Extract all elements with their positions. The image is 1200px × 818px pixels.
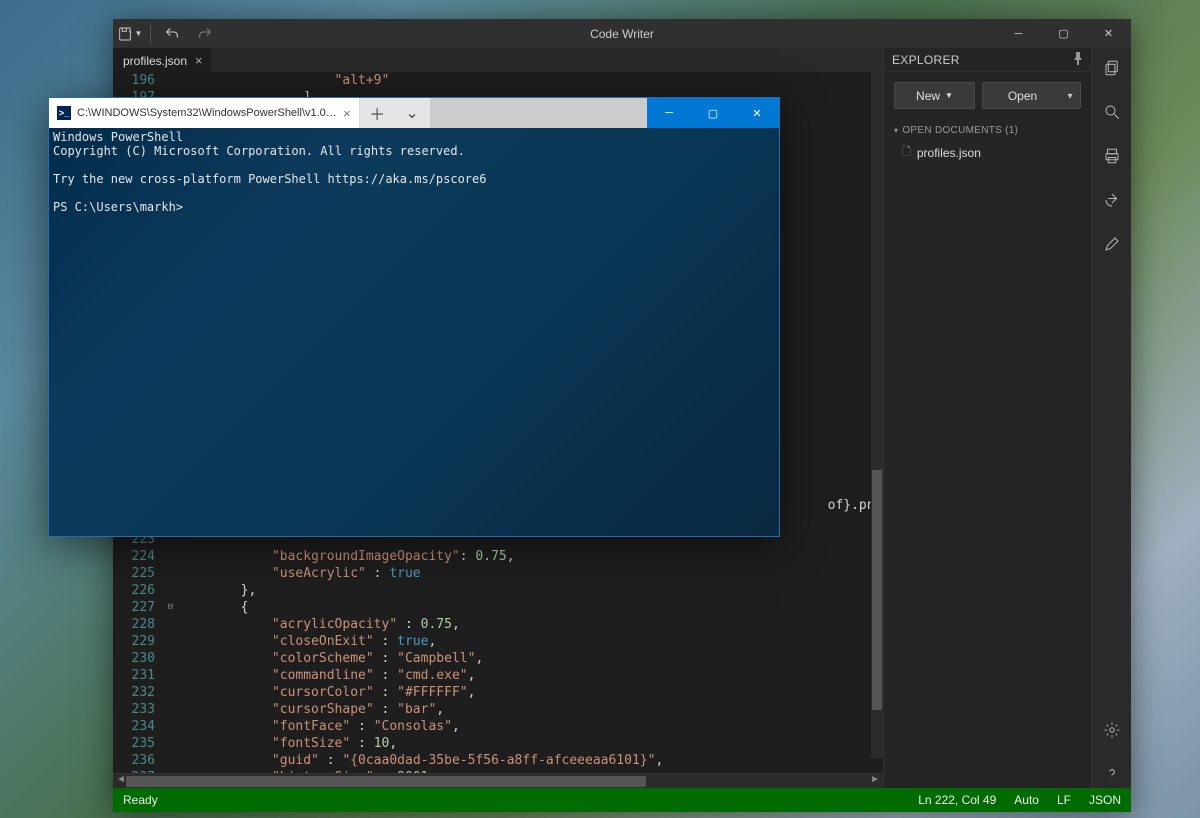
- maximize-button[interactable]: ▢: [691, 98, 735, 128]
- open-file-label: Open: [1008, 89, 1037, 103]
- powershell-window: >_ C:\WINDOWS\System32\WindowsPowerShell…: [48, 97, 780, 537]
- explorer-title: EXPLORER: [892, 53, 960, 67]
- status-language[interactable]: JSON: [1089, 793, 1121, 807]
- close-icon[interactable]: ×: [343, 106, 351, 121]
- close-button[interactable]: ✕: [735, 98, 779, 128]
- terminal-tab-title: C:\WINDOWS\System32\WindowsPowerShell\v1…: [77, 107, 337, 119]
- pin-icon[interactable]: [1073, 52, 1083, 68]
- file-icon: 🗋: [902, 143, 911, 162]
- action-strip: [1091, 48, 1131, 788]
- open-document-item[interactable]: 🗋 profiles.json: [884, 140, 1091, 165]
- open-file-button[interactable]: Open ▼: [982, 82, 1081, 109]
- chevron-down-icon[interactable]: ▼: [1066, 91, 1074, 100]
- chevron-down-icon: ▾: [894, 126, 898, 135]
- close-button[interactable]: ✕: [1086, 19, 1131, 48]
- redo-button[interactable]: [188, 19, 221, 48]
- editor-tab-profiles-json[interactable]: profiles.json ×: [113, 48, 211, 72]
- vertical-scrollbar[interactable]: [871, 72, 883, 758]
- minimize-button[interactable]: ─: [647, 98, 691, 128]
- close-icon[interactable]: ×: [195, 54, 203, 67]
- status-line-ending[interactable]: LF: [1057, 793, 1071, 807]
- save-button[interactable]: ▼: [113, 19, 146, 48]
- open-document-name: profiles.json: [917, 146, 981, 160]
- scrollbar-thumb[interactable]: [872, 470, 882, 710]
- print-icon[interactable]: [1098, 142, 1126, 170]
- editor-tab-label: profiles.json: [123, 54, 187, 68]
- powershell-icon: >_: [57, 106, 71, 120]
- terminal-tab[interactable]: >_ C:\WINDOWS\System32\WindowsPowerShell…: [49, 98, 360, 128]
- status-encoding[interactable]: Auto: [1014, 793, 1039, 807]
- help-icon[interactable]: [1098, 760, 1126, 788]
- explorer-panel: EXPLORER New▼ Open ▼ ▾ OPEN DOCUMENTS (1…: [883, 48, 1091, 788]
- maximize-button[interactable]: ▢: [1041, 19, 1086, 48]
- terminal-tabbar: >_ C:\WINDOWS\System32\WindowsPowerShell…: [49, 98, 779, 128]
- status-bar: Ready Ln 222, Col 49 Auto LF JSON: [113, 788, 1131, 812]
- open-documents-label: OPEN DOCUMENTS (1): [902, 125, 1018, 136]
- window-title: Code Writer: [113, 27, 1131, 41]
- minimize-button[interactable]: ─: [996, 19, 1041, 48]
- open-documents-header[interactable]: ▾ OPEN DOCUMENTS (1): [884, 119, 1091, 140]
- edit-icon[interactable]: [1098, 230, 1126, 258]
- editor-tabbar: profiles.json ×: [113, 48, 883, 72]
- search-icon[interactable]: [1098, 98, 1126, 126]
- copy-icon[interactable]: [1098, 54, 1126, 82]
- horizontal-scrollbar[interactable]: [113, 773, 883, 788]
- share-icon[interactable]: [1098, 186, 1126, 214]
- new-file-label: New: [916, 89, 940, 103]
- status-cursor-position[interactable]: Ln 222, Col 49: [918, 793, 996, 807]
- titlebar: ▼ Code Writer ─ ▢ ✕: [113, 19, 1131, 48]
- terminal-output[interactable]: Windows PowerShell Copyright (C) Microso…: [49, 128, 779, 536]
- scrollbar-thumb[interactable]: [126, 776, 646, 787]
- tab-dropdown-button[interactable]: ⌄: [395, 98, 430, 128]
- new-tab-button[interactable]: ＋: [360, 98, 395, 128]
- explorer-header: EXPLORER: [884, 48, 1091, 72]
- status-ready: Ready: [123, 793, 158, 807]
- new-file-button[interactable]: New▼: [894, 82, 975, 109]
- undo-button[interactable]: [155, 19, 188, 48]
- settings-icon[interactable]: [1098, 716, 1126, 744]
